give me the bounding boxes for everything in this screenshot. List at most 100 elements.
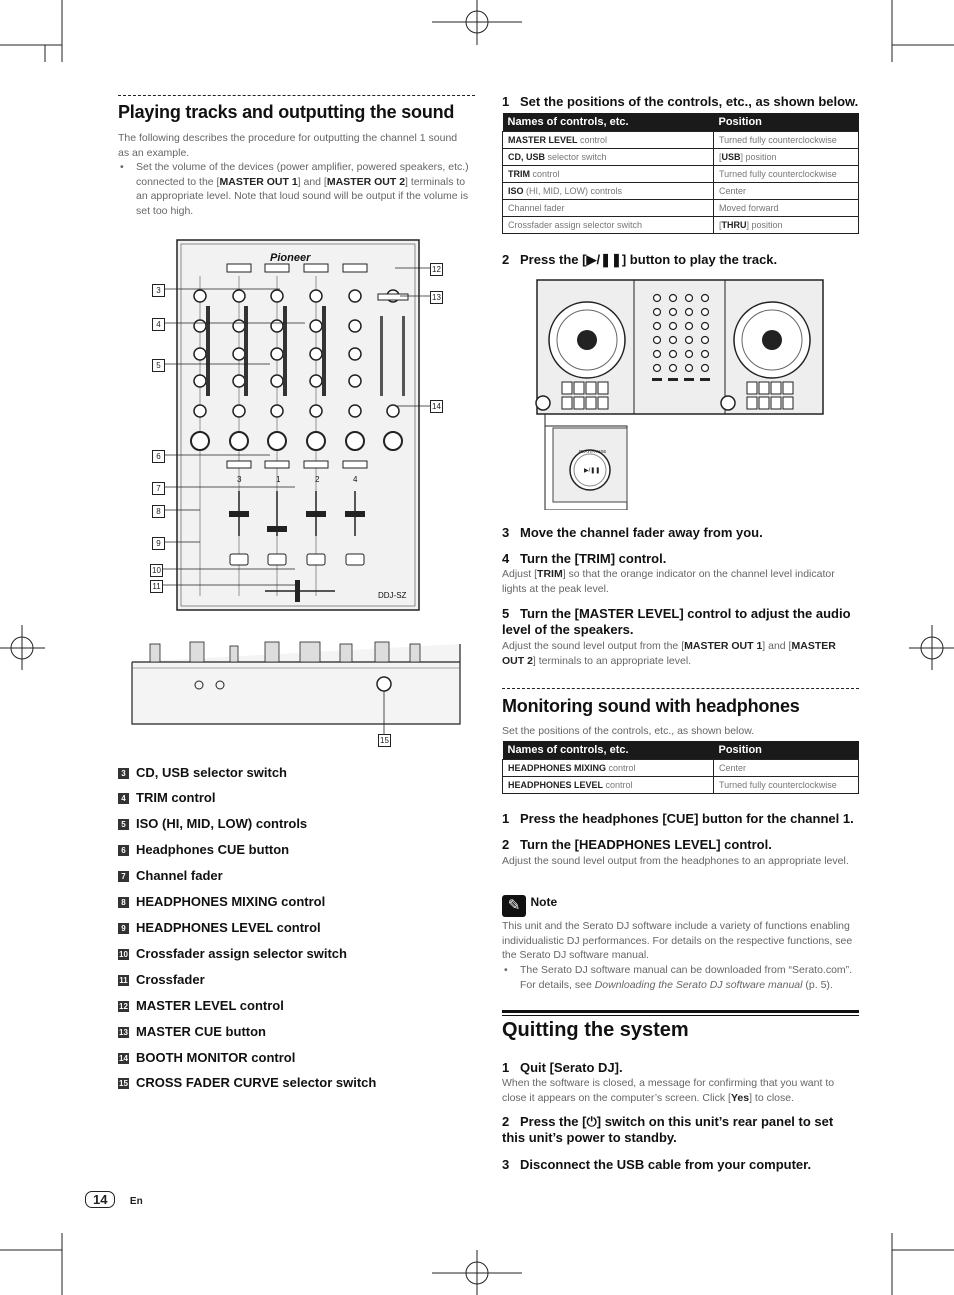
legend-label: ISO (HI, MID, LOW) controls (136, 816, 308, 831)
mixer-knob (668, 307, 678, 317)
language-label: En (129, 1196, 143, 1207)
number-badge: 14 (118, 1053, 129, 1064)
quit-step-1: 1 Quit [Serato DJ]. (502, 1060, 623, 1075)
jog-center (577, 330, 597, 350)
level-meter (206, 306, 210, 396)
legend-item: 5 ISO (HI, MID, LOW) controls (118, 816, 307, 831)
knob (348, 404, 362, 418)
legend-label: CROSS FADER CURVE selector switch (136, 1075, 377, 1090)
step-1-heading: 1 Set the positions of the controls, etc.… (502, 94, 859, 109)
crossfader-assign-switch (229, 553, 249, 566)
callout-11: 11 (150, 580, 163, 593)
note-bullet: • The Serato DJ software manual can be d… (504, 964, 853, 991)
column-header: Names of controls, etc. (502, 741, 714, 760)
play-pause-label: PLAY/PAUSE (579, 449, 606, 454)
legend-item: 9 HEADPHONES LEVEL control (118, 920, 321, 935)
channel-fader (306, 511, 326, 517)
mixer-knob (700, 335, 710, 345)
performance-pad (585, 396, 597, 410)
level-meter (244, 306, 248, 396)
model-name: DDJ-SZ (378, 591, 407, 600)
crossfader (295, 580, 300, 602)
filter-knob (306, 431, 326, 451)
legend-item: 6 Headphones CUE button (118, 842, 289, 857)
performance-pad (758, 381, 770, 395)
column-header: Position (713, 113, 859, 132)
mixer-knob (684, 293, 694, 303)
crossfader-assign-switch (306, 553, 326, 566)
number-badge: 9 (118, 923, 129, 934)
play-pause-button: ▶/❚❚ (584, 467, 600, 474)
cue-button (264, 460, 290, 469)
step-4-heading: 4 Turn the [TRIM] control. (502, 551, 667, 566)
column-header: Names of controls, etc. (502, 113, 714, 132)
mixer-knob (668, 293, 678, 303)
channel-number: 4 (353, 475, 358, 484)
monitor-step-2-text: Adjust the sound level output from the h… (502, 855, 849, 867)
channel-fader (700, 378, 710, 381)
knob (270, 319, 284, 333)
note-text: This unit and the Serato DJ software inc… (502, 920, 853, 962)
number-badge: 12 (118, 1001, 129, 1012)
legend-item: 8 HEADPHONES MIXING control (118, 894, 325, 909)
selector-switch (303, 263, 329, 273)
performance-pad (597, 396, 609, 410)
crossfader-assign-switch (267, 553, 287, 566)
knob (309, 319, 323, 333)
legend-label: HEADPHONES LEVEL control (136, 920, 321, 935)
controller-illustration: PLAY/PAUSE ▶/❚❚ (535, 279, 824, 510)
mixer-knob (668, 335, 678, 345)
legend-item: 10 Crossfader assign selector switch (118, 946, 347, 961)
step-5-text: Adjust the sound level output from the [… (502, 640, 836, 667)
number-badge: 8 (118, 897, 129, 908)
callout-9: 9 (152, 537, 165, 550)
filter-knob (383, 431, 403, 451)
number-badge: 4 (118, 793, 129, 804)
number-badge: 3 (118, 768, 129, 779)
filter-knob (345, 431, 365, 451)
mixer-knob (668, 321, 678, 331)
mixer-knob (652, 307, 662, 317)
selector-switch (264, 263, 290, 273)
quit-step-3: 3 Disconnect the USB cable from your comp… (502, 1157, 812, 1172)
knob (232, 374, 246, 388)
mixer-knob (668, 349, 678, 359)
legend-label: Crossfader (136, 972, 205, 987)
table-row: TRIM control Turned fully counterclockwis… (502, 165, 859, 183)
master-meter (402, 316, 405, 396)
filter-knob (229, 431, 249, 451)
legend-label: Channel fader (136, 868, 223, 883)
legend-item: 12 MASTER LEVEL control (118, 998, 284, 1013)
column-header: Position (713, 741, 859, 760)
performance-pad (561, 381, 573, 395)
legend-item: 13 MASTER CUE button (118, 1024, 266, 1039)
page-number: 14 (85, 1191, 116, 1208)
section-divider (118, 95, 475, 96)
mixer-knob (700, 321, 710, 331)
knob (270, 347, 284, 361)
number-badge: 13 (118, 1027, 129, 1038)
step-4-text: Adjust [TRIM] so that the orange indicat… (502, 568, 835, 595)
callout-3: 3 (152, 284, 165, 297)
selector-switch (342, 263, 368, 273)
callout-7: 7 (152, 482, 165, 495)
mixer-knob (700, 307, 710, 317)
callout-15: 15 (378, 734, 391, 747)
mixer-top-panel-illustration: Pioneer DDJ-SZ 3 1 2 4 (158, 239, 430, 611)
quit-step-1-text: When the software is closed, a message f… (502, 1077, 835, 1104)
table-row: CD, USB selector switch [USB] position (502, 148, 859, 166)
callout-10: 10 (150, 564, 163, 577)
filter-knob (190, 431, 210, 451)
knob (193, 374, 207, 388)
section-divider (502, 1010, 859, 1016)
table-row: Crossfader assign selector switch [THRU] … (502, 216, 859, 234)
number-badge: 15 (118, 1078, 129, 1089)
knob (232, 347, 246, 361)
performance-pad (770, 381, 782, 395)
knob (193, 319, 207, 333)
mixer-knob (652, 335, 662, 345)
quit-step-2: 2 Press the [⏻] switch on this unit’s rea… (502, 1114, 834, 1145)
knob (270, 374, 284, 388)
legend-label: MASTER CUE button (136, 1024, 266, 1039)
monitor-step-1: 1 Press the headphones [CUE] button for t… (502, 811, 854, 826)
